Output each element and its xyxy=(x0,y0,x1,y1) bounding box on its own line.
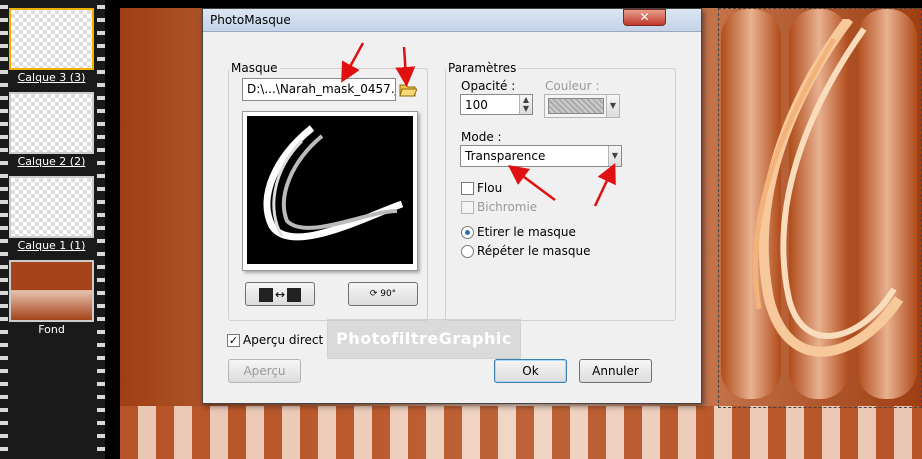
layer-label: Calque 3 (3) xyxy=(17,71,86,84)
layer-thumbnail xyxy=(9,176,94,238)
layer-item-calque-3[interactable]: Calque 3 (3) xyxy=(9,8,94,86)
annotation-arrows xyxy=(341,42,616,207)
film-strip-right xyxy=(97,0,105,459)
layer-item-calque-1[interactable]: Calque 1 (1) xyxy=(9,176,94,254)
mask-preview-graphic xyxy=(753,19,904,357)
layer-thumbnail xyxy=(9,260,94,322)
film-strip-left xyxy=(0,0,8,459)
photomasque-dialog: PhotoMasque ✕ Masque D:\...\Narah_mask_0… xyxy=(202,8,702,404)
layer-thumbnail xyxy=(9,92,94,154)
arrow-icon xyxy=(395,46,416,87)
selection-marquee xyxy=(718,8,922,408)
layer-item-fond[interactable]: Fond xyxy=(9,260,94,338)
arrow-icon xyxy=(341,42,365,83)
layer-label: Calque 1 (1) xyxy=(17,239,86,252)
layer-label: Calque 2 (2) xyxy=(17,155,86,168)
layer-thumbnail xyxy=(9,8,94,70)
layer-item-calque-2[interactable]: Calque 2 (2) xyxy=(9,92,94,170)
arrow-icon xyxy=(593,162,616,207)
checkered-floor xyxy=(120,406,922,459)
arrow-icon xyxy=(507,165,556,202)
layer-label: Fond xyxy=(38,323,65,336)
layers-panel: Calque 3 (3) Calque 2 (2) Calque 1 (1) F… xyxy=(0,0,105,459)
